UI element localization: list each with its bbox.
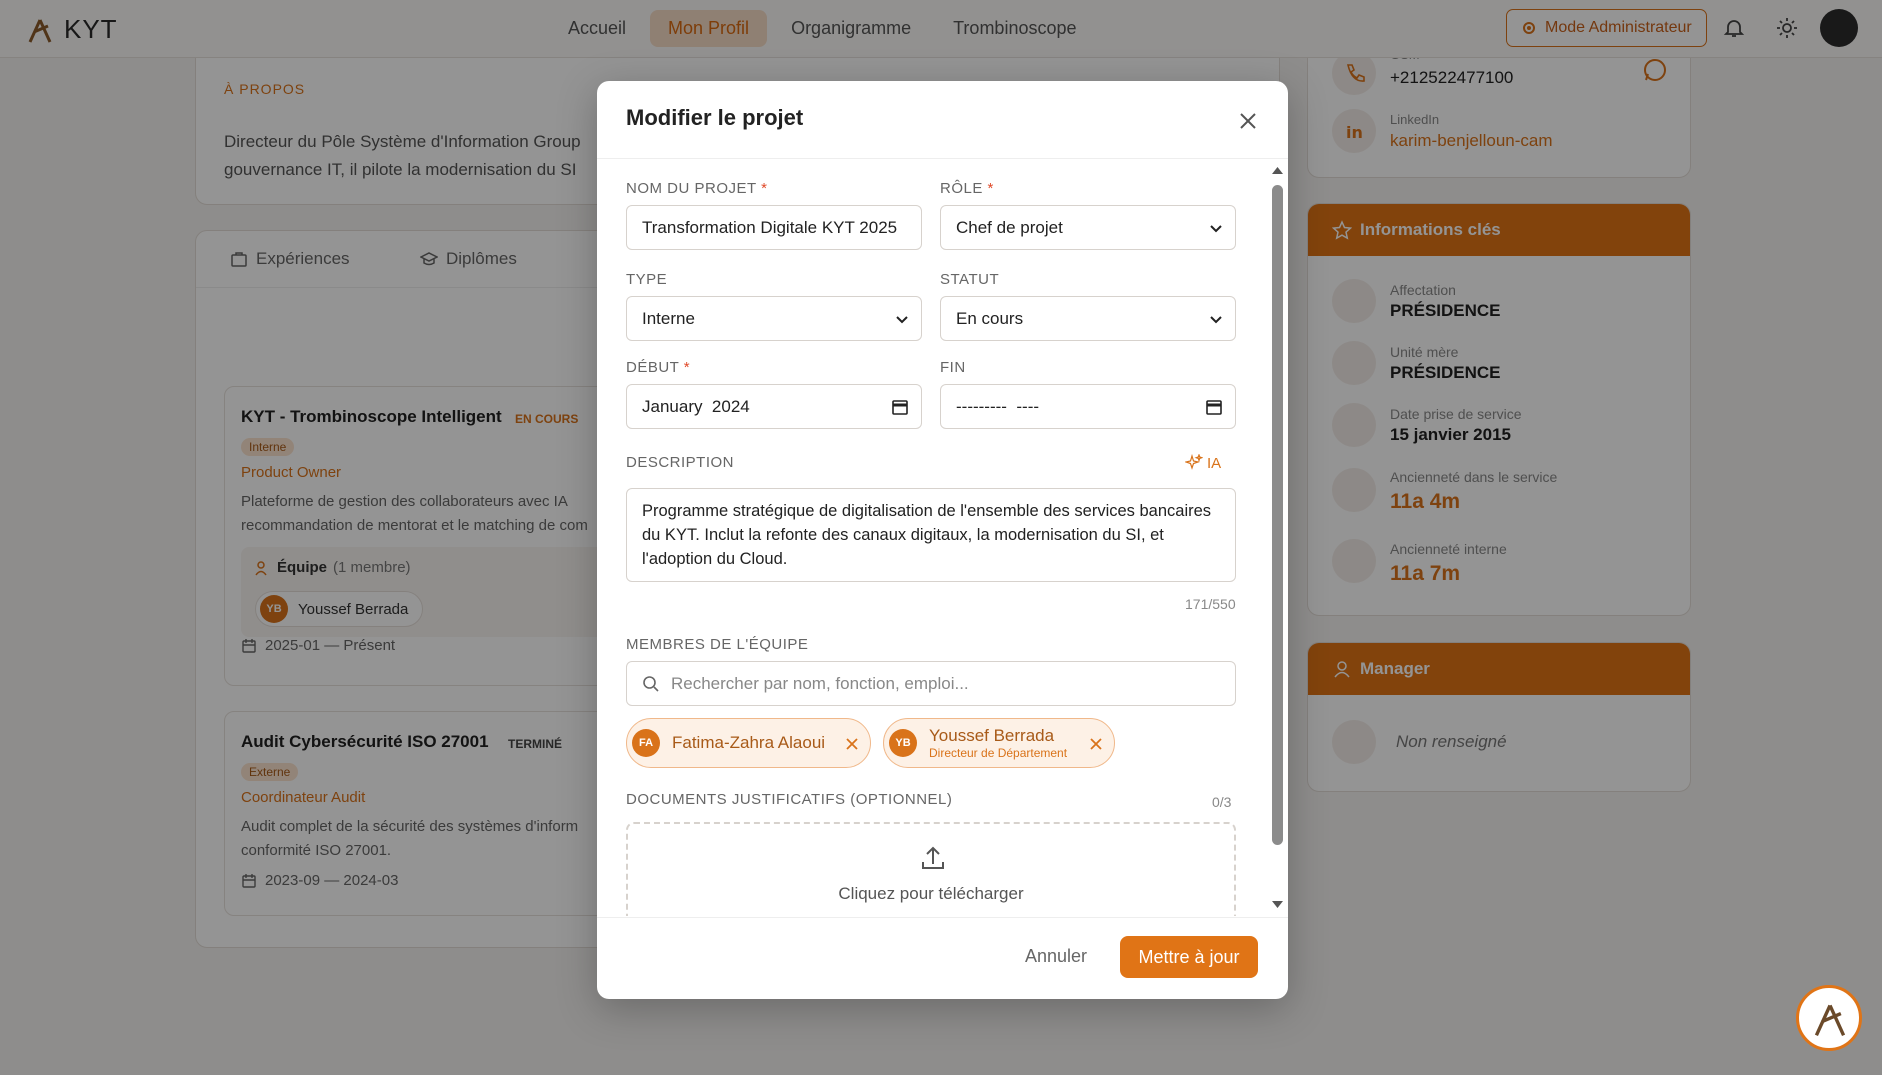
selected-member-chip: FA Fatima-Zahra Alaoui: [626, 718, 871, 768]
close-icon[interactable]: [1238, 111, 1258, 131]
assistant-fab-button[interactable]: [1796, 985, 1862, 1051]
member-role: Directeur de Département: [929, 746, 1068, 760]
label-text: DÉBUT: [626, 359, 680, 376]
role-select[interactable]: Chef de projet: [940, 205, 1236, 250]
start-date-label: DÉBUT *: [626, 359, 691, 376]
modal-title: Modifier le projet: [626, 105, 804, 130]
remove-member-icon[interactable]: [846, 738, 858, 750]
scrollbar-thumb[interactable]: [1272, 185, 1283, 845]
chevron-down-icon: [1210, 316, 1222, 324]
type-select[interactable]: Interne: [626, 296, 922, 341]
upload-dropzone[interactable]: Cliquez pour télécharger: [626, 822, 1236, 916]
start-date-value: January 2024: [642, 396, 750, 416]
avatar: YB: [889, 729, 917, 757]
member-name: Youssef Berrada: [929, 726, 1055, 745]
type-select-value: Interne: [642, 308, 695, 328]
modal-body: NOM DU PROJET * Transformation Digitale …: [597, 160, 1269, 916]
upload-icon: [922, 846, 944, 869]
ai-generate-button[interactable]: IA: [1185, 454, 1221, 472]
team-members-label: MEMBRES DE L'ÉQUIPE: [626, 636, 809, 653]
member-search-input[interactable]: Rechercher par nom, fonction, emploi...: [626, 661, 1236, 706]
chevron-down-icon: [1210, 225, 1222, 233]
edit-project-modal: Modifier le projet NOM DU PROJET * Trans…: [597, 81, 1288, 999]
end-date-value: --------- ----: [956, 396, 1040, 416]
project-name-label: NOM DU PROJET *: [626, 180, 768, 197]
avatar: FA: [632, 729, 660, 757]
end-date-input[interactable]: --------- ----: [940, 384, 1236, 429]
scroll-down-icon[interactable]: [1271, 900, 1284, 910]
upload-label: Cliquez pour télécharger: [838, 884, 1024, 903]
description-label: DESCRIPTION: [626, 454, 735, 471]
calendar-icon[interactable]: [1205, 398, 1223, 416]
modal-scrollbar[interactable]: [1267, 160, 1288, 916]
documents-count: 0/3: [1212, 794, 1232, 810]
calendar-icon[interactable]: [891, 398, 909, 416]
type-label: TYPE: [626, 271, 668, 288]
start-date-input[interactable]: January 2024: [626, 384, 922, 429]
modal-header: Modifier le projet: [597, 81, 1288, 159]
remove-member-icon[interactable]: [1090, 738, 1102, 750]
update-button[interactable]: Mettre à jour: [1120, 936, 1258, 978]
search-placeholder: Rechercher par nom, fonction, emploi...: [671, 673, 969, 693]
description-textarea[interactable]: Programme stratégique de digitalisation …: [626, 488, 1236, 582]
ai-label: IA: [1207, 454, 1222, 472]
scroll-up-icon[interactable]: [1271, 165, 1284, 175]
sparkles-icon: [1185, 454, 1203, 470]
end-date-label: FIN: [940, 359, 966, 376]
status-select-value: En cours: [956, 308, 1024, 328]
cancel-button[interactable]: Annuler: [1025, 946, 1087, 967]
kyt-logo-icon: [1814, 1004, 1846, 1036]
role-label: RÔLE *: [940, 180, 994, 197]
chevron-down-icon: [896, 316, 908, 324]
status-select[interactable]: En cours: [940, 296, 1236, 341]
modal-footer: Annuler Mettre à jour: [597, 917, 1288, 999]
status-label: STATUT: [940, 271, 1000, 288]
label-text: RÔLE: [940, 180, 983, 197]
documents-label: DOCUMENTS JUSTIFICATIFS (OPTIONNEL): [626, 791, 953, 808]
selected-member-chip: YB Youssef Berrada Directeur de Départem…: [883, 718, 1115, 768]
label-text: NOM DU PROJET: [626, 180, 757, 197]
member-name: Fatima-Zahra Alaoui: [672, 733, 826, 752]
role-select-value: Chef de projet: [956, 217, 1063, 237]
project-name-input[interactable]: Transformation Digitale KYT 2025: [626, 205, 922, 250]
description-char-count: 171/550: [1185, 596, 1236, 612]
search-icon: [643, 676, 659, 692]
